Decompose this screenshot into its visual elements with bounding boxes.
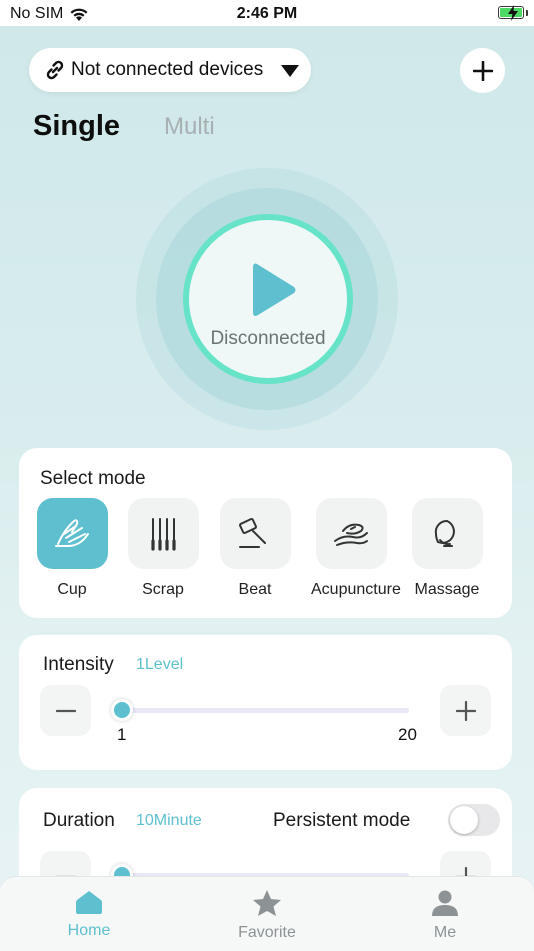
mode-acupuncture[interactable]: Acupuncture: [311, 498, 401, 599]
mode-scrap-box[interactable]: [127, 498, 199, 569]
intensity-slider-track[interactable]: [111, 708, 409, 713]
status-bar: No SIM 2:46 PM: [0, 0, 534, 26]
mode-acupuncture-box[interactable]: [315, 498, 387, 569]
mode-cup[interactable]: Cup: [32, 498, 112, 599]
tab-single[interactable]: Single: [33, 110, 120, 143]
intensity-max: 20: [398, 725, 417, 744]
toggle-knob: [450, 806, 478, 834]
tab-home-label: Home: [67, 922, 111, 939]
charging-bolt-icon: [508, 5, 518, 21]
play-icon: [253, 263, 296, 316]
duration-value: 10Minute: [136, 812, 202, 829]
mode-beat-box[interactable]: [219, 498, 291, 569]
device-selector[interactable]: Not connected devices: [29, 48, 311, 92]
tab-me-label: Me: [433, 924, 457, 941]
persistent-mode-toggle[interactable]: [448, 804, 500, 836]
link-icon: [46, 60, 64, 80]
tab-multi[interactable]: Multi: [164, 113, 215, 141]
minus-icon: [55, 709, 76, 712]
bottom-tab-bar: Home Favorite Me: [0, 876, 534, 951]
battery-cap: [526, 10, 528, 16]
intensity-slider-thumb[interactable]: [111, 699, 133, 721]
mode-massage[interactable]: Massage: [407, 498, 487, 599]
select-mode-card: Select mode Cup Scrap Beat Acupuncture M…: [19, 448, 512, 618]
tab-favorite[interactable]: Favorite: [217, 889, 317, 942]
mode-massage-box[interactable]: [411, 498, 483, 569]
acupuncture-icon: [334, 523, 368, 546]
mode-beat-label: Beat: [238, 581, 272, 598]
plus-icon: [472, 60, 493, 81]
mode-acupuncture-label: Acupuncture: [311, 581, 401, 598]
person-icon: [432, 890, 458, 916]
intensity-card: Intensity 1Level 1 20: [19, 635, 512, 770]
mode-scrap[interactable]: Scrap: [123, 498, 203, 599]
status-time: 2:46 PM: [236, 5, 298, 22]
duration-label: Duration: [43, 810, 115, 831]
plus-icon: [455, 700, 476, 721]
tab-home[interactable]: Home: [39, 889, 139, 940]
mode-massage-label: Massage: [414, 581, 480, 598]
scrape-needles-icon: [151, 517, 176, 551]
connection-status: Disconnected: [210, 328, 326, 349]
select-mode-title: Select mode: [40, 468, 146, 489]
mode-cup-label: Cup: [57, 581, 87, 598]
mode-scrap-label: Scrap: [142, 581, 184, 598]
tab-favorite-label: Favorite: [238, 924, 296, 941]
add-device-button[interactable]: [460, 48, 505, 93]
intensity-decrease-button[interactable]: [40, 685, 91, 736]
device-label: Not connected devices: [71, 59, 264, 80]
star-icon: [253, 890, 281, 916]
tab-me[interactable]: Me: [395, 889, 495, 942]
persistent-mode-label: Persistent mode: [273, 810, 411, 831]
intensity-value: 1Level: [136, 656, 184, 673]
mode-cup-box[interactable]: [36, 498, 108, 569]
massage-icon: [434, 519, 455, 547]
intensity-increase-button[interactable]: [440, 685, 491, 736]
intensity-min: 1: [117, 725, 127, 744]
hand-icon: [55, 518, 89, 547]
hammer-icon: [239, 517, 266, 548]
home-icon: [76, 891, 102, 914]
intensity-label: Intensity: [43, 654, 114, 675]
caret-down-icon: [281, 65, 299, 77]
play-button[interactable]: Disconnected: [183, 214, 353, 384]
mode-beat[interactable]: Beat: [215, 498, 295, 599]
